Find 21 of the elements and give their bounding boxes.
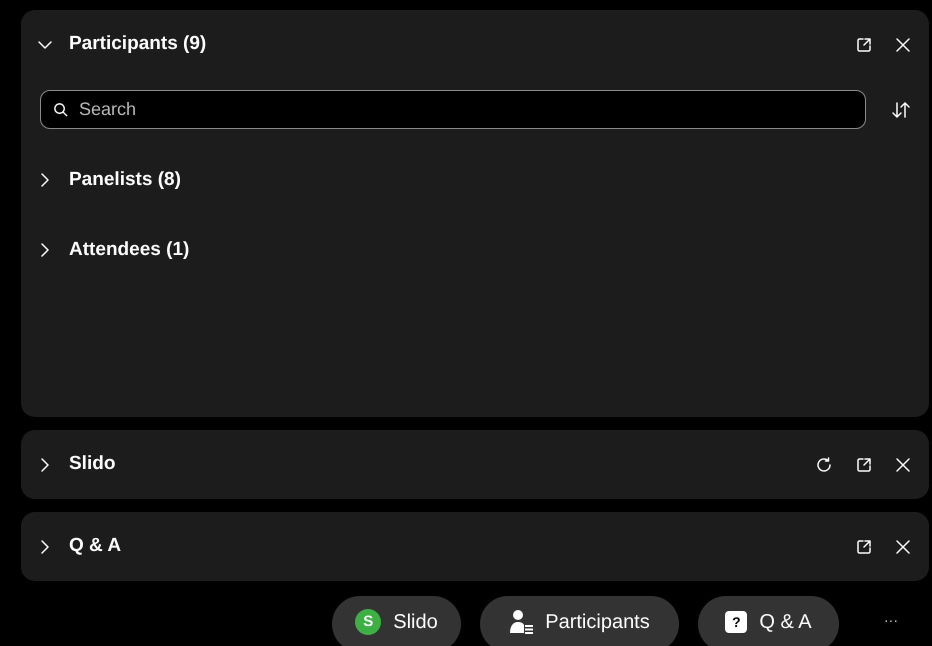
close-icon[interactable] <box>895 456 911 472</box>
sort-icon[interactable] <box>891 100 911 118</box>
group-label[interactable]: Panelists (8) <box>69 166 181 194</box>
person-list-icon <box>509 609 534 635</box>
panel-title[interactable]: Q & A <box>69 532 839 561</box>
close-icon[interactable] <box>895 538 911 554</box>
search-field[interactable]: Search <box>40 90 866 129</box>
close-icon[interactable] <box>895 36 911 52</box>
popout-icon[interactable] <box>855 36 873 54</box>
toolbar-button[interactable]: ? Q & A <box>698 596 839 646</box>
more-button[interactable]: ··· <box>884 610 898 631</box>
popout-icon[interactable] <box>855 456 873 474</box>
popout-icon[interactable] <box>855 538 873 556</box>
slido-logo-icon: S <box>355 609 382 635</box>
group-label[interactable]: Attendees (1) <box>69 236 190 264</box>
question-icon: ? <box>725 611 748 633</box>
refresh-icon[interactable] <box>815 456 833 474</box>
panel-title[interactable]: Participants (9) <box>69 30 839 59</box>
panel-title[interactable]: Slido <box>69 450 799 479</box>
toolbar-button[interactable]: S Slido <box>332 596 461 646</box>
toolbar-button[interactable]: Participants <box>480 596 679 646</box>
